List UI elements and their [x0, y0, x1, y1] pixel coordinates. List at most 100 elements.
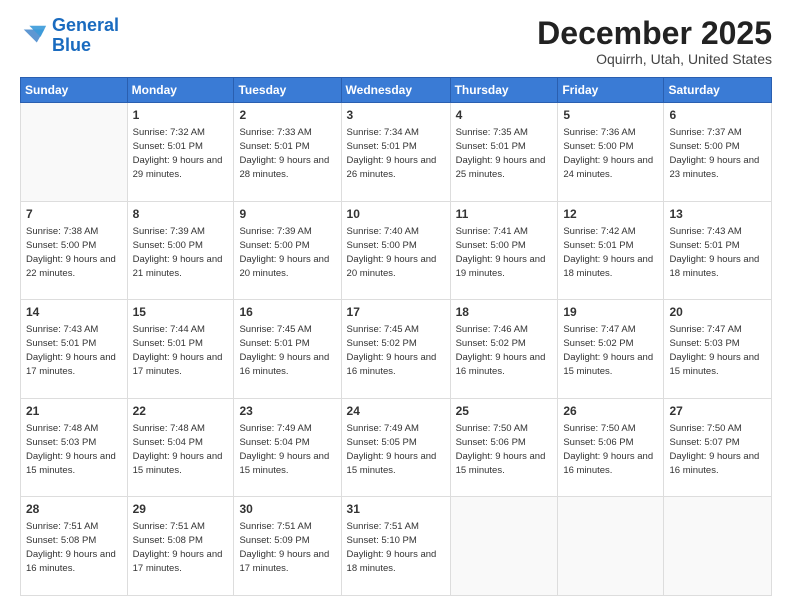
day-header-friday: Friday: [558, 78, 664, 103]
day-info: Sunrise: 7:41 AMSunset: 5:00 PMDaylight:…: [456, 226, 546, 279]
day-cell: 16Sunrise: 7:45 AMSunset: 5:01 PMDayligh…: [234, 300, 341, 399]
calendar-header: SundayMondayTuesdayWednesdayThursdayFrid…: [21, 78, 772, 103]
day-number: 18: [456, 304, 553, 321]
day-info: Sunrise: 7:42 AMSunset: 5:01 PMDaylight:…: [563, 226, 653, 279]
day-header-saturday: Saturday: [664, 78, 772, 103]
day-info: Sunrise: 7:51 AMSunset: 5:08 PMDaylight:…: [133, 521, 223, 574]
day-number: 22: [133, 403, 229, 420]
day-info: Sunrise: 7:43 AMSunset: 5:01 PMDaylight:…: [669, 226, 759, 279]
day-info: Sunrise: 7:45 AMSunset: 5:02 PMDaylight:…: [347, 324, 437, 377]
day-number: 3: [347, 107, 445, 124]
day-number: 8: [133, 206, 229, 223]
day-cell: 6 Sunrise: 7:37 AMSunset: 5:00 PMDaylight…: [664, 103, 772, 202]
day-header-tuesday: Tuesday: [234, 78, 341, 103]
day-number: 5: [563, 107, 658, 124]
day-info: Sunrise: 7:43 AMSunset: 5:01 PMDaylight:…: [26, 324, 116, 377]
logo-container: General Blue: [20, 16, 119, 56]
day-info: Sunrise: 7:39 AMSunset: 5:00 PMDaylight:…: [239, 226, 329, 279]
title-block: December 2025 Oquirrh, Utah, United Stat…: [537, 16, 772, 67]
day-header-thursday: Thursday: [450, 78, 558, 103]
day-header-wednesday: Wednesday: [341, 78, 450, 103]
day-number: 28: [26, 501, 122, 518]
day-cell: 20 Sunrise: 7:47 AMSunset: 5:03 PMDayligh…: [664, 300, 772, 399]
week-row-2: 7Sunrise: 7:38 AMSunset: 5:00 PMDaylight…: [21, 201, 772, 300]
logo-blue: Blue: [52, 35, 91, 55]
day-cell: 10 Sunrise: 7:40 AMSunset: 5:00 PMDayligh…: [341, 201, 450, 300]
day-cell: 27 Sunrise: 7:50 AMSunset: 5:07 PMDayligh…: [664, 398, 772, 497]
day-cell: 4Sunrise: 7:35 AMSunset: 5:01 PMDaylight…: [450, 103, 558, 202]
day-info: Sunrise: 7:47 AMSunset: 5:02 PMDaylight:…: [563, 324, 653, 377]
day-number: 17: [347, 304, 445, 321]
day-cell: [21, 103, 128, 202]
day-number: 19: [563, 304, 658, 321]
day-number: 14: [26, 304, 122, 321]
day-number: 20: [669, 304, 766, 321]
day-info: Sunrise: 7:38 AMSunset: 5:00 PMDaylight:…: [26, 226, 116, 279]
day-cell: [664, 497, 772, 596]
day-number: 1: [133, 107, 229, 124]
day-number: 21: [26, 403, 122, 420]
day-cell: 23 Sunrise: 7:49 AMSunset: 5:04 PMDayligh…: [234, 398, 341, 497]
day-number: 13: [669, 206, 766, 223]
day-number: 30: [239, 501, 335, 518]
logo-icon: [20, 22, 48, 50]
day-number: 26: [563, 403, 658, 420]
day-cell: 31 Sunrise: 7:51 AMSunset: 5:10 PMDayligh…: [341, 497, 450, 596]
day-info: Sunrise: 7:33 AMSunset: 5:01 PMDaylight:…: [239, 127, 329, 180]
day-number: 16: [239, 304, 335, 321]
day-cell: 1 Sunrise: 7:32 AMSunset: 5:01 PMDaylight…: [127, 103, 234, 202]
logo: General Blue: [20, 16, 119, 56]
day-info: Sunrise: 7:48 AMSunset: 5:04 PMDaylight:…: [133, 423, 223, 476]
calendar-body: 1 Sunrise: 7:32 AMSunset: 5:01 PMDaylight…: [21, 103, 772, 596]
day-header-monday: Monday: [127, 78, 234, 103]
week-row-4: 21 Sunrise: 7:48 AMSunset: 5:03 PMDayligh…: [21, 398, 772, 497]
day-info: Sunrise: 7:49 AMSunset: 5:04 PMDaylight:…: [239, 423, 329, 476]
day-number: 12: [563, 206, 658, 223]
day-info: Sunrise: 7:36 AMSunset: 5:00 PMDaylight:…: [563, 127, 653, 180]
day-cell: 13 Sunrise: 7:43 AMSunset: 5:01 PMDayligh…: [664, 201, 772, 300]
day-info: Sunrise: 7:32 AMSunset: 5:01 PMDaylight:…: [133, 127, 223, 180]
day-info: Sunrise: 7:48 AMSunset: 5:03 PMDaylight:…: [26, 423, 116, 476]
day-info: Sunrise: 7:50 AMSunset: 5:06 PMDaylight:…: [456, 423, 546, 476]
day-cell: 19 Sunrise: 7:47 AMSunset: 5:02 PMDayligh…: [558, 300, 664, 399]
header: General Blue December 2025 Oquirrh, Utah…: [20, 16, 772, 67]
day-cell: 22 Sunrise: 7:48 AMSunset: 5:04 PMDayligh…: [127, 398, 234, 497]
day-info: Sunrise: 7:50 AMSunset: 5:07 PMDaylight:…: [669, 423, 759, 476]
logo-text: General Blue: [52, 16, 119, 56]
day-cell: 28Sunrise: 7:51 AMSunset: 5:08 PMDayligh…: [21, 497, 128, 596]
day-number: 25: [456, 403, 553, 420]
day-info: Sunrise: 7:50 AMSunset: 5:06 PMDaylight:…: [563, 423, 653, 476]
day-cell: 29 Sunrise: 7:51 AMSunset: 5:08 PMDayligh…: [127, 497, 234, 596]
day-number: 9: [239, 206, 335, 223]
day-cell: 8 Sunrise: 7:39 AMSunset: 5:00 PMDaylight…: [127, 201, 234, 300]
day-info: Sunrise: 7:51 AMSunset: 5:10 PMDaylight:…: [347, 521, 437, 574]
day-info: Sunrise: 7:51 AMSunset: 5:09 PMDaylight:…: [239, 521, 329, 574]
day-cell: 5 Sunrise: 7:36 AMSunset: 5:00 PMDaylight…: [558, 103, 664, 202]
month-title: December 2025: [537, 16, 772, 51]
week-row-5: 28 Sunrise: 7:51 AMSunset: 5:08 PMDayligh…: [21, 497, 772, 596]
day-cell: 21 Sunrise: 7:48 AMSunset: 5:03 PMDayligh…: [21, 398, 128, 497]
day-number: 24: [347, 403, 445, 420]
day-info: Sunrise: 7:40 AMSunset: 5:00 PMDaylight:…: [347, 226, 437, 279]
day-cell: [450, 497, 558, 596]
day-info: Sunrise: 7:49 AMSunset: 5:05 PMDaylight:…: [347, 423, 437, 476]
week-row-1: 1 Sunrise: 7:32 AMSunset: 5:01 PMDaylight…: [21, 103, 772, 202]
day-number: 23: [239, 403, 335, 420]
day-number: 10: [347, 206, 445, 223]
day-info: Sunrise: 7:35 AMSunset: 5:01 PMDaylight:…: [456, 127, 546, 180]
page: General Blue December 2025 Oquirrh, Utah…: [0, 0, 792, 612]
days-row: SundayMondayTuesdayWednesdayThursdayFrid…: [21, 78, 772, 103]
day-info: Sunrise: 7:37 AMSunset: 5:00 PMDaylight:…: [669, 127, 759, 180]
day-number: 29: [133, 501, 229, 518]
day-number: 31: [347, 501, 445, 518]
day-info: Sunrise: 7:47 AMSunset: 5:03 PMDaylight:…: [669, 324, 759, 377]
day-cell: 14 Sunrise: 7:43 AMSunset: 5:01 PMDayligh…: [21, 300, 128, 399]
day-header-sunday: Sunday: [21, 78, 128, 103]
week-row-3: 14 Sunrise: 7:43 AMSunset: 5:01 PMDayligh…: [21, 300, 772, 399]
day-number: 6: [669, 107, 766, 124]
day-info: Sunrise: 7:39 AMSunset: 5:00 PMDaylight:…: [133, 226, 223, 279]
day-cell: 12 Sunrise: 7:42 AMSunset: 5:01 PMDayligh…: [558, 201, 664, 300]
day-cell: 30 Sunrise: 7:51 AMSunset: 5:09 PMDayligh…: [234, 497, 341, 596]
day-number: 27: [669, 403, 766, 420]
day-cell: 15Sunrise: 7:44 AMSunset: 5:01 PMDayligh…: [127, 300, 234, 399]
